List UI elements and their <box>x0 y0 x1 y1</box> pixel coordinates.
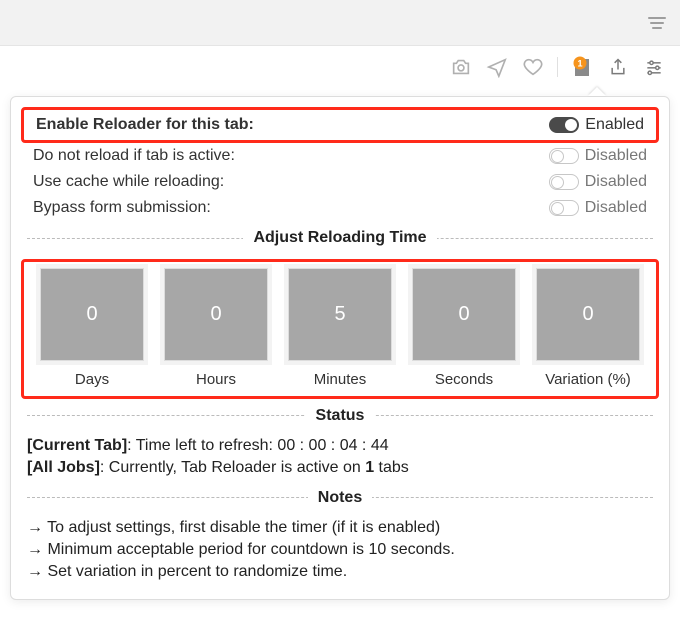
section-title: Adjust Reloading Time <box>243 229 436 247</box>
setting-row-no-reload-active: Do not reload if tab is active: Disabled <box>27 143 653 169</box>
setting-state: Enabled <box>585 116 644 134</box>
time-label: Days <box>75 371 109 388</box>
section-adjust-time: Adjust Reloading Time 0 Days 0 Hours 5 M… <box>27 229 653 399</box>
section-notes: Notes → To adjust settings, first disabl… <box>27 489 653 585</box>
time-input-variation[interactable]: 0 <box>536 268 640 361</box>
setting-row-bypass-form: Bypass form submission: Disabled <box>27 195 653 221</box>
section-status: Status [Current Tab]: Time left to refre… <box>27 407 653 481</box>
section-title: Status <box>306 407 375 425</box>
heart-icon[interactable] <box>521 55 545 79</box>
camera-icon[interactable] <box>449 55 473 79</box>
extension-badge-count: 1 <box>577 59 582 69</box>
status-current-tab: [Current Tab]: Time left to refresh: 00 … <box>27 437 653 455</box>
time-cell-variation: 0 Variation (%) <box>530 268 646 388</box>
toggle-bypass-form[interactable] <box>549 200 579 216</box>
status-text: : Time left to refresh: <box>127 437 277 454</box>
toolbar-separator <box>557 57 558 77</box>
note-line: → To adjust settings, first disable the … <box>27 519 653 537</box>
send-icon[interactable] <box>485 55 509 79</box>
time-label: Seconds <box>435 371 493 388</box>
toggle-use-cache[interactable] <box>549 174 579 190</box>
time-grid-highlight: 0 Days 0 Hours 5 Minutes 0 Seconds <box>21 259 659 399</box>
browser-title-bar <box>0 0 680 46</box>
popup-caret-icon <box>588 87 606 96</box>
status-text: : Currently, Tab Reloader is active on <box>100 459 365 476</box>
time-label: Minutes <box>314 371 367 388</box>
time-grid: 0 Days 0 Hours 5 Minutes 0 Seconds <box>30 264 650 394</box>
time-label: Hours <box>196 371 236 388</box>
setting-label: Enable Reloader for this tab: <box>36 116 254 134</box>
share-icon[interactable] <box>606 55 630 79</box>
extension-popup: Enable Reloader for this tab: Enabled Do… <box>10 96 670 600</box>
window-menu-icon[interactable] <box>648 17 666 29</box>
note-line: → Set variation in percent to randomize … <box>27 563 653 581</box>
status-count: 1 <box>365 459 374 476</box>
setting-label: Do not reload if tab is active: <box>33 147 235 165</box>
time-input-seconds[interactable]: 0 <box>412 268 516 361</box>
status-all-jobs: [All Jobs]: Currently, Tab Reloader is a… <box>27 459 653 477</box>
time-label: Variation (%) <box>545 371 631 388</box>
note-line: → Minimum acceptable period for countdow… <box>27 541 653 559</box>
time-input-days[interactable]: 0 <box>40 268 144 361</box>
settings-sliders-icon[interactable] <box>642 55 666 79</box>
time-cell-seconds: 0 Seconds <box>406 268 522 388</box>
status-time: 00 : 00 : 04 : 44 <box>277 437 388 454</box>
extension-popup-container: Enable Reloader for this tab: Enabled Do… <box>10 96 670 600</box>
setting-state: Disabled <box>585 173 647 191</box>
setting-label: Bypass form submission: <box>33 199 211 217</box>
status-text: tabs <box>374 459 409 476</box>
setting-label: Use cache while reloading: <box>33 173 224 191</box>
enable-row-highlight: Enable Reloader for this tab: Enabled <box>21 107 659 143</box>
time-input-minutes[interactable]: 5 <box>288 268 392 361</box>
status-prefix: [All Jobs] <box>27 459 100 476</box>
time-cell-hours: 0 Hours <box>158 268 274 388</box>
time-cell-days: 0 Days <box>34 268 150 388</box>
browser-toolbar: 1 <box>0 46 680 88</box>
tab-reloader-extension-icon[interactable]: 1 <box>570 55 594 79</box>
setting-row-enable-reloader: Enable Reloader for this tab: Enabled <box>30 112 650 138</box>
setting-state: Disabled <box>585 147 647 165</box>
setting-state: Disabled <box>585 199 647 217</box>
toggle-no-reload-active[interactable] <box>549 148 579 164</box>
section-title: Notes <box>308 489 372 507</box>
time-cell-minutes: 5 Minutes <box>282 268 398 388</box>
time-input-hours[interactable]: 0 <box>164 268 268 361</box>
status-prefix: [Current Tab] <box>27 437 127 454</box>
toggle-enable-reloader[interactable] <box>549 117 579 133</box>
setting-row-use-cache: Use cache while reloading: Disabled <box>27 169 653 195</box>
